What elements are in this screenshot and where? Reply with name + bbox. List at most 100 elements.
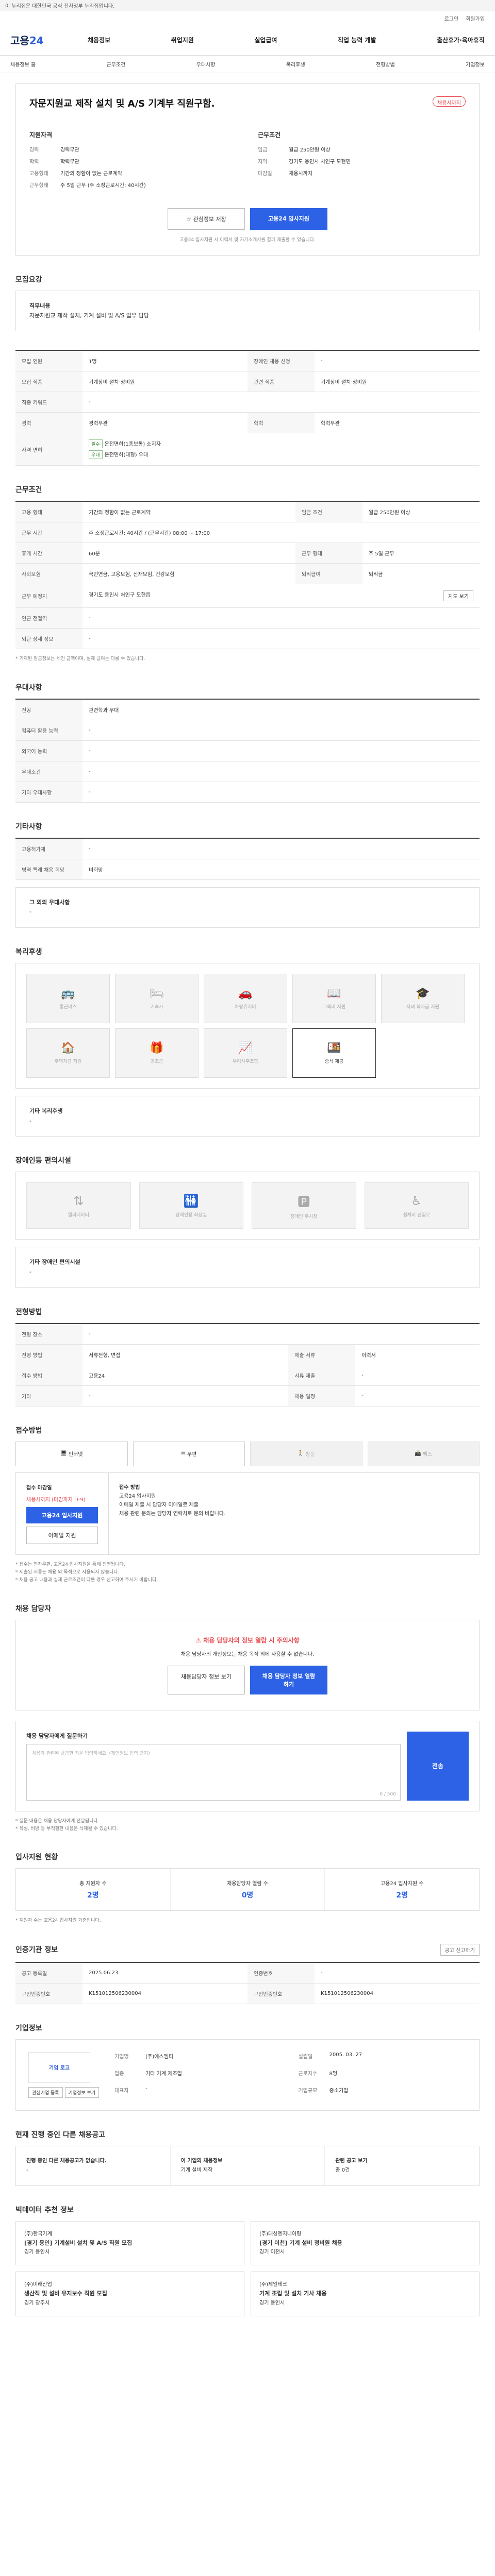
- table-row: 사회보험 국민연금, 고용보험, 산재보험, 건강보험 퇴직급여 퇴직금: [15, 563, 480, 585]
- table-row: 전형 장소 -: [15, 1323, 480, 1345]
- question-input[interactable]: 채용과 관련된 궁금한 점을 입력하세요. (개인정보 입력 금지) 0 / 50…: [26, 1743, 401, 1801]
- gnb-item-training[interactable]: 직업 능력 개발: [338, 36, 376, 44]
- table-row: 휴게 시간 60분 근무 형태 주 5일 근무: [15, 543, 480, 564]
- apply-method-title: 접수 방법: [119, 1484, 140, 1490]
- kv-value: 주 5일 근무 (주 소정근로시간: 40시간): [60, 183, 146, 189]
- email-apply-button[interactable]: 이메일 지원: [26, 1526, 98, 1544]
- other-job-item[interactable]: 이 기업의 채용정보 기계 설비 제작: [171, 2146, 325, 2185]
- login-link[interactable]: 로그인: [444, 14, 459, 22]
- table-key: 제출 서류: [288, 1344, 356, 1365]
- recommend-card[interactable]: (주)한국기계 [경기 용인] 기계설비 설치 및 A/S 직원 모집 경기 용인시: [15, 2221, 244, 2266]
- warning-text: 채용 담당자의 개인정보는 채용 목적 외에 사용할 수 없습니다.: [180, 1651, 315, 1657]
- apply-method-fax: 📠 팩스: [367, 1441, 480, 1466]
- send-question-button[interactable]: 전송: [407, 1731, 469, 1801]
- welfare-grid: 🚌 통근버스 🛏 기숙사 🚗 차량유지비 📖 교육비 지원 🎓 자녀 학자금 지원 🏠 주택…: [15, 963, 480, 1089]
- recommend-card[interactable]: (주)대성엔지니어링 [경기 이천] 기계 설비 정비원 채용 경기 이천시: [251, 2221, 480, 2266]
- recommend-card[interactable]: (주)제일테크 기계 조립 및 설치 기사 채용 경기 용인시: [251, 2272, 480, 2316]
- rec-company: (주)미래산업: [24, 2282, 52, 2288]
- meta-section: 인증기관 정보 공고 신고하기 공고 등록일 2025.06.23 인증번호 - 구인인…: [15, 1943, 480, 2004]
- table-row: 병역 특례 채용 희망 비희망: [15, 859, 480, 880]
- section-title: 장애인등 편의시설: [15, 1157, 71, 1165]
- note-line: * 욕설, 비방 등 부적절한 내용은 삭제될 수 있습니다.: [15, 1826, 118, 1832]
- condition-title: 근무조건: [258, 131, 281, 139]
- tab-preferences[interactable]: 우대사항: [196, 60, 216, 68]
- logo[interactable]: 고용24: [10, 32, 88, 47]
- join-link[interactable]: 회원가입: [466, 14, 485, 22]
- kv-key: 경력: [29, 147, 39, 153]
- etc-section: 기타사항 고용허가제 - 병역 특례 채용 희망 비희망 그 외의 우대사항 -: [15, 821, 480, 928]
- table-key: 근무 시간: [15, 522, 82, 544]
- table-value: K151012506230004: [82, 1983, 248, 2004]
- restroom-icon: 🚻: [183, 1193, 199, 1208]
- follow-company-button[interactable]: 관심기업 등록: [28, 2087, 63, 2098]
- welfare-label: 기숙사: [150, 1005, 163, 1010]
- report-button[interactable]: 공고 신고하기: [440, 1943, 480, 1956]
- apply-methods: 🖥 인터넷 ✉ 우편 🚶 방문 📠 팩스: [15, 1441, 480, 1466]
- gov-banner-text: 이 누리집은 대한민국 공식 전자정부 누리집입니다.: [5, 4, 115, 9]
- qualification-title: 지원자격: [29, 131, 53, 139]
- scrap-button[interactable]: ☆ 관심정보 저장: [168, 208, 245, 230]
- table-row: 퇴근 상세 정보 -: [15, 628, 480, 650]
- table-value: 경기도 용인시 처인구 모현읍 지도 보기: [82, 584, 480, 608]
- other-job-item[interactable]: 진행 중인 다른 채용공고가 없습니다. -: [16, 2146, 171, 2185]
- kv-value: -: [145, 2086, 147, 2092]
- gnb-item-leave[interactable]: 출산휴가·육아휴직: [437, 36, 485, 44]
- other-job-title: 이 기업의 채용정보: [180, 2158, 223, 2164]
- kv-value: 2005. 03. 27: [329, 2052, 362, 2058]
- recommend-card[interactable]: (주)미래산업 생산직 및 설비 유지보수 직원 모집 경기 광주시: [15, 2272, 244, 2316]
- welfare-label: 자녀 학자금 지원: [406, 1005, 439, 1010]
- welfare-extra-value: -: [29, 1117, 31, 1124]
- kv-value: 학력무관: [60, 159, 79, 165]
- workplace-address: 경기도 용인시 처인구 모현읍: [89, 592, 151, 599]
- apply-button[interactable]: 고용24 입사지원: [250, 208, 327, 230]
- table-key: 인근 전철역: [15, 607, 82, 629]
- tab-company[interactable]: 기업정보: [466, 60, 485, 68]
- table-key: 직종 키워드: [15, 392, 82, 413]
- kv-value: 중소기업: [329, 2088, 349, 2094]
- gnb-item-jobs[interactable]: 채용정보: [88, 36, 110, 44]
- tab-home[interactable]: 채용정보 홈: [10, 60, 36, 68]
- company-info-button[interactable]: 기업정보 보기: [64, 2087, 100, 2098]
- note-line: * 질문 내용은 채용 담당자에게 전달됩니다.: [15, 1818, 100, 1824]
- alert-icon: ⚠: [195, 1636, 204, 1644]
- stat-item: 총 지원자 수 2명: [16, 1869, 171, 1911]
- rec-company: (주)제일테크: [259, 2282, 287, 2288]
- screening-table: 전형 장소 - 전형 방법 서류전형, 면접 제출 서류 이력서 접수 방법 고용24 서류…: [15, 1323, 480, 1406]
- tab-conditions[interactable]: 근무조건: [107, 60, 126, 68]
- fax-icon: 📠: [415, 1451, 423, 1457]
- table-row: 근무 시간 주 소정근로시간: 40시간 / (근무시간) 08:00 ~ 17:…: [15, 522, 480, 544]
- section-tabs: 채용정보 홈 근무조건 우대사항 복리후생 전형방법 기업정보: [0, 56, 495, 73]
- table-value: 기간의 정함이 없는 근로계약: [82, 501, 295, 523]
- apply-line: 채용 관련 문의는 담당자 연락처로 문의 바랍니다.: [119, 1511, 226, 1517]
- bus-icon: 🚌: [61, 987, 75, 1001]
- parking-icon: 🅿: [298, 1195, 310, 1210]
- table-value: 국민연금, 고용보험, 산재보험, 건강보험: [82, 563, 295, 585]
- tab-screening[interactable]: 전형방법: [376, 60, 395, 68]
- section-title: 우대사항: [15, 683, 42, 692]
- apply-method-label: 우편: [187, 1452, 197, 1458]
- open-contact-button[interactable]: 채용 담당자 정보 열람하기: [250, 1665, 327, 1694]
- table-key: 외국어 능력: [15, 740, 82, 761]
- condition-section: 근무조건 고용 형태 기간의 정함이 없는 근로계약 임금 조건 월급 250만원 이…: [15, 484, 480, 663]
- table-value: -: [82, 782, 480, 803]
- view-contact-button[interactable]: 채용담당자 정보 보기: [168, 1665, 245, 1694]
- screening-section: 전형방법 전형 장소 - 전형 방법 서류전형, 면접 제출 서류 이력서 접수 방법 고…: [15, 1307, 480, 1406]
- gnb-item-benefits[interactable]: 실업급여: [254, 36, 277, 44]
- gnb-item-support[interactable]: 취업지원: [171, 36, 194, 44]
- stats-row: 총 지원자 수 2명 채용담당자 열람 수 0명 고용24 입사지원 수 2명: [15, 1868, 480, 1911]
- table-value: 퇴직금: [362, 563, 480, 585]
- tab-welfare[interactable]: 복리후생: [286, 60, 305, 68]
- note-line: * 접수는 전자우편, 고용24 입사지원을 통해 진행됩니다.: [15, 1562, 125, 1567]
- apply-note: 고용24 입사지원 시 이력서 및 자기소개서를 함께 제출할 수 있습니다.: [179, 238, 316, 243]
- table-value: 월급 250만원 이상: [362, 501, 480, 523]
- apply-online-button[interactable]: 고용24 입사지원: [26, 1506, 98, 1523]
- map-button[interactable]: 지도 보기: [443, 590, 473, 602]
- other-job-title: 진행 중인 다른 채용공고가 없습니다.: [26, 2158, 107, 2164]
- facility-item: 🅿 장애인 주차장: [252, 1182, 356, 1229]
- welfare-item-active: 🍱 중식 제공: [292, 1028, 376, 1078]
- table-value: 1명: [82, 350, 248, 372]
- other-job-item[interactable]: 관련 공고 보기 총 0건: [325, 2146, 479, 2185]
- table-value: 비희망: [82, 859, 480, 880]
- kv-value: 8명: [329, 2071, 338, 2077]
- kv-key: 근무형태: [29, 183, 48, 189]
